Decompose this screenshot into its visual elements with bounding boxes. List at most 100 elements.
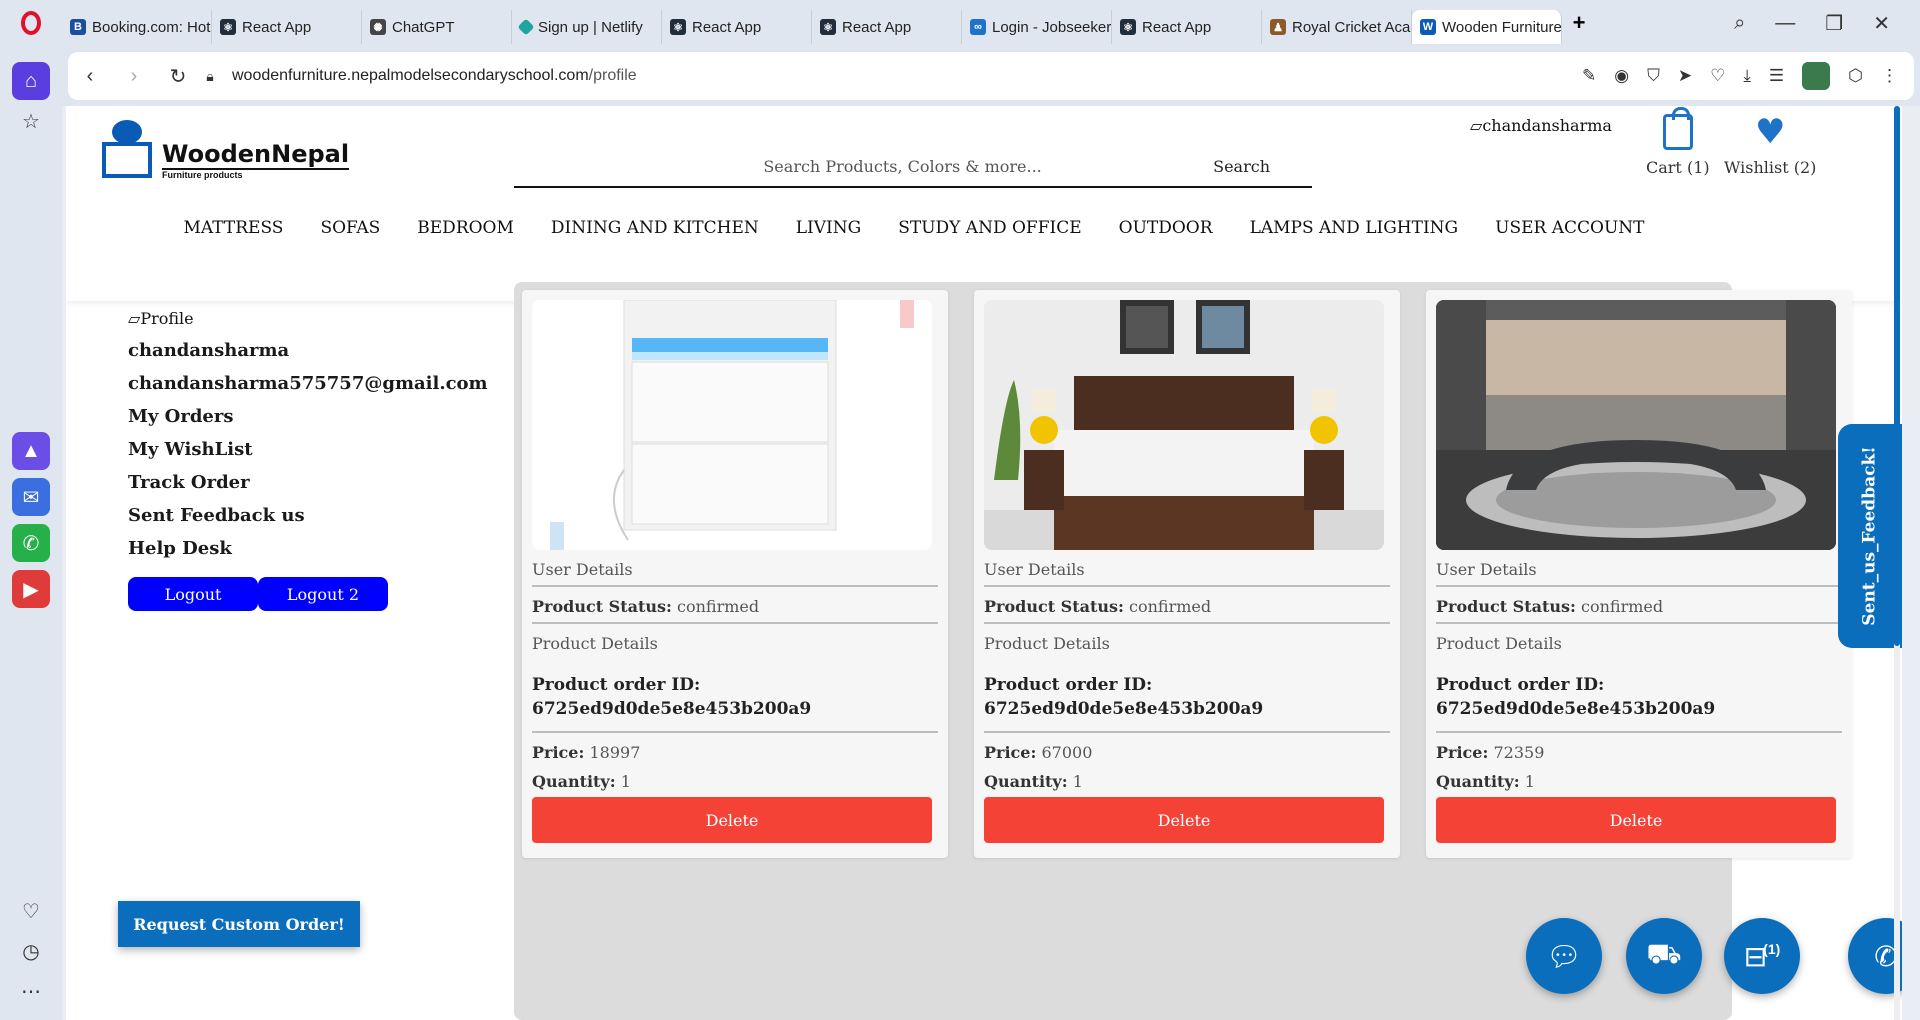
new-tab-button[interactable]: +	[1562, 6, 1596, 40]
delete-order-button[interactable]: Delete	[532, 797, 932, 843]
logout-2-button[interactable]: Logout 2	[258, 577, 388, 611]
chat-button[interactable]: 💬︎	[1526, 918, 1602, 994]
nav-bedroom[interactable]: BEDROOM	[417, 218, 514, 238]
main-nav: MATTRESS SOFAS BEDROOM DINING AND KITCHE…	[66, 218, 1902, 238]
tab-react-app-4[interactable]: ⚛ React App	[1112, 10, 1262, 44]
order-product-image	[532, 300, 932, 550]
product-status: Product Status: confirmed	[984, 587, 1390, 624]
delivery-button[interactable]: ⛟	[1626, 918, 1702, 994]
heart-icon[interactable]: ♡	[12, 892, 50, 930]
truck-icon: ⛟	[1646, 938, 1682, 969]
woodennepal-icon: W	[1420, 19, 1436, 35]
search-input[interactable]	[514, 156, 1172, 176]
link-track-order[interactable]: Track Order	[128, 472, 548, 493]
cart-label: Cart (1)	[1646, 158, 1710, 177]
back-icon[interactable]: ‹	[68, 65, 112, 88]
home-icon[interactable]: ⌂	[12, 62, 50, 100]
messenger-icon[interactable]: ✉	[12, 478, 50, 516]
tab-search-icon[interactable]: ⌕	[1734, 12, 1745, 35]
product-quantity: Quantity: 1	[1436, 772, 1535, 791]
product-quantity: Quantity: 1	[532, 772, 631, 791]
tab-royal-cricket[interactable]: ♟ Royal Cricket Aca	[1262, 10, 1412, 44]
bag-fab-button[interactable]: ⊟ (1)	[1724, 918, 1800, 994]
nav-study-and-office[interactable]: STUDY AND OFFICE	[898, 218, 1081, 238]
link-my-wishlist[interactable]: My WishList	[128, 439, 548, 460]
nav-lamps-and-lighting[interactable]: LAMPS AND LIGHTING	[1250, 218, 1459, 238]
link-help-desk[interactable]: Help Desk	[128, 538, 548, 559]
react-icon: ⚛	[220, 19, 236, 35]
nav-dining-and-kitchen[interactable]: DINING AND KITCHEN	[551, 218, 759, 238]
reload-icon[interactable]: ↻	[156, 64, 200, 89]
logout-button[interactable]: Logout	[128, 577, 258, 611]
chat-bubble-icon: 💬︎	[1546, 940, 1582, 972]
tab-chatgpt[interactable]: ✺ ChatGPT	[362, 10, 512, 44]
send-icon[interactable]: ➤	[1678, 66, 1692, 86]
tab-jobseeker[interactable]: ∞ Login - Jobseeker	[962, 10, 1112, 44]
wishlist-heart-icon: ♥	[1754, 112, 1786, 152]
nav-living[interactable]: LIVING	[796, 218, 861, 238]
menu-icon[interactable]: ⋮	[1881, 66, 1898, 86]
extensions-icon[interactable]: ⬡	[1848, 66, 1863, 86]
pinboard-icon[interactable]: ☆	[12, 102, 50, 140]
product-order-id: Product order ID: 6725ed9d0de5e8e453b200a…	[1436, 659, 1842, 733]
aria-icon[interactable]: ▲	[12, 432, 50, 470]
site-logo[interactable]: WoodenNepal Furniture products	[96, 118, 350, 180]
delete-order-button[interactable]: Delete	[1436, 797, 1836, 843]
cart-button[interactable]: Cart (1)	[1646, 107, 1710, 177]
wooden-bed-image	[984, 300, 1384, 550]
nav-outdoor[interactable]: OUTDOOR	[1119, 218, 1213, 238]
easy-setup-icon[interactable]: ☰	[1769, 66, 1784, 86]
nav-user-account[interactable]: USER ACCOUNT	[1495, 218, 1644, 238]
product-quantity: Quantity: 1	[984, 772, 1083, 791]
window-controls: ⌕ — ❐ ✕	[1734, 11, 1920, 36]
link-sent-feedback[interactable]: Sent Feedback us	[128, 505, 548, 526]
lock-icon: 🔒︎	[206, 67, 214, 84]
order-card: User Details Product Status: confirmed P…	[974, 290, 1400, 858]
url-field[interactable]: woodenfurniture.nepalmodelsecondaryschoo…	[232, 67, 637, 85]
profile-image-broken: ▱Profile	[128, 309, 194, 328]
music-player-icon[interactable]: ▶	[12, 570, 50, 608]
favorite-icon[interactable]: ♡	[1710, 66, 1725, 86]
link-my-orders[interactable]: My Orders	[128, 406, 548, 427]
browser-tabbar: B Booking.com: Hot ⚛ React App ✺ ChatGPT Si…	[0, 0, 1920, 46]
page-scrollbar[interactable]	[1894, 106, 1900, 1020]
profile-email: chandansharma575757@gmail.com	[128, 373, 488, 394]
more-icon[interactable]: ⋯	[12, 972, 50, 1010]
product-status: Product Status: confirmed	[1436, 587, 1842, 624]
profile-avatar[interactable]	[1802, 62, 1831, 90]
delete-order-button[interactable]: Delete	[984, 797, 1384, 843]
edit-icon[interactable]: ✎	[1582, 66, 1596, 86]
react-icon: ⚛	[820, 19, 836, 35]
netlify-icon	[517, 18, 535, 36]
whatsapp-icon[interactable]: ✆	[12, 524, 50, 562]
download-icon[interactable]: ⤓	[1743, 66, 1751, 86]
tab-react-app-2[interactable]: ⚛ React App	[662, 10, 812, 44]
tab-booking[interactable]: B Booking.com: Hot	[62, 10, 212, 44]
request-custom-order-button[interactable]: Request Custom Order!	[118, 901, 360, 947]
nav-mattress[interactable]: MATTRESS	[184, 218, 284, 238]
camera-icon[interactable]: ◉	[1614, 66, 1629, 86]
tab-react-app-1[interactable]: ⚛ React App	[212, 10, 362, 44]
send-feedback-tab[interactable]: Sent_us_Feedback!	[1838, 424, 1902, 648]
tab-netlify[interactable]: Sign up | Netlify	[512, 10, 662, 44]
profile-sidebar: ▱Profile chandansharma chandansharma5757…	[118, 301, 548, 947]
shield-icon[interactable]: ⛉	[1647, 66, 1660, 86]
close-icon[interactable]: ✕	[1873, 11, 1890, 36]
user-avatar-broken-image[interactable]: ▱chandansharma	[1470, 116, 1612, 135]
tab-react-app-3[interactable]: ⚛ React App	[812, 10, 962, 44]
forward-icon[interactable]: ›	[112, 65, 156, 88]
restore-icon[interactable]: ❐	[1825, 11, 1843, 36]
logo-icon	[96, 118, 158, 180]
product-details-label: Product Details	[1436, 634, 1562, 653]
logo-title: WoodenNepal	[162, 140, 350, 170]
search-button[interactable]: Search	[1171, 157, 1312, 176]
minimize-icon[interactable]: —	[1775, 12, 1795, 35]
nav-sofas[interactable]: SOFAS	[320, 218, 380, 238]
opera-logo-icon[interactable]	[0, 0, 62, 46]
history-icon[interactable]: ◷	[12, 932, 50, 970]
order-product-image	[984, 300, 1384, 550]
tab-wooden-furniture[interactable]: WWooden Furniture Nepal |	[1412, 10, 1562, 44]
wishlist-button[interactable]: ♥ Wishlist (2)	[1724, 114, 1816, 177]
product-status: Product Status: confirmed	[532, 587, 938, 624]
react-icon: ⚛	[670, 19, 686, 35]
